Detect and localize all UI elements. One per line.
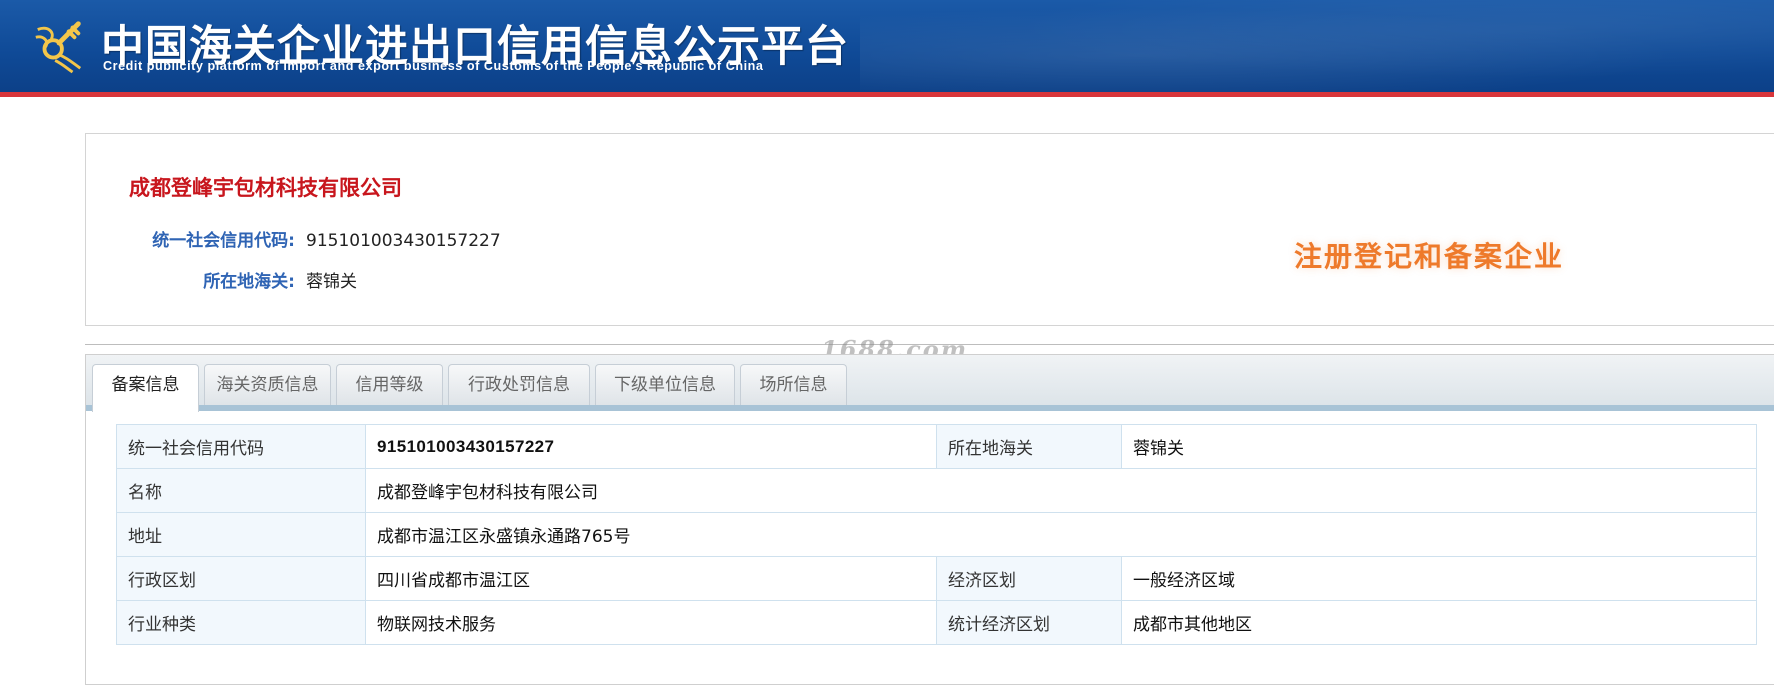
- summary-customs-row: 所在地海关: 蓉锦关: [86, 267, 357, 292]
- company-summary-card: 成都登峰宇包材科技有限公司 统一社会信用代码: 91510100343015722…: [85, 133, 1774, 326]
- company-name: 成都登峰宇包材科技有限公司: [129, 176, 402, 200]
- site-header: 中国海关企业进出口信用信息公示平台 Credit publicity platf…: [0, 0, 1774, 97]
- table-row: 统一社会信用代码 915101003430157227 所在地海关 蓉锦关: [116, 424, 1757, 469]
- tab-strip: 备案信息 海关资质信息 信用等级 行政处罚信息 下级单位信息 场所信息: [86, 355, 1774, 412]
- summary-credit-code-row: 统一社会信用代码: 915101003430157227: [86, 226, 501, 251]
- table-row: 地址 成都市温江区永盛镇永通路765号: [116, 512, 1757, 557]
- credit-code-label: 统一社会信用代码: [116, 424, 366, 469]
- stat-region-label: 统计经济区划: [936, 600, 1122, 645]
- address-label: 地址: [116, 512, 366, 557]
- header-decoration: [860, 0, 1774, 92]
- stat-region-value: 成都市其他地区: [1121, 600, 1757, 645]
- customs-value: 蓉锦关: [1121, 424, 1757, 469]
- registration-status-badge: 注册登记和备案企业: [1294, 240, 1565, 273]
- detail-tab-panel: 备案信息 海关资质信息 信用等级 行政处罚信息 下级单位信息 场所信息 统一社会…: [85, 354, 1774, 685]
- name-value: 成都登峰宇包材科技有限公司: [365, 468, 1757, 513]
- tab-subordinate-units[interactable]: 下级单位信息: [595, 364, 735, 405]
- record-info-table: 统一社会信用代码 915101003430157227 所在地海关 蓉锦关 名称…: [116, 424, 1757, 645]
- table-row: 行政区划 四川省成都市温江区 经济区划 一般经济区域: [116, 556, 1757, 601]
- customs-label: 所在地海关: [936, 424, 1122, 469]
- name-label: 名称: [116, 468, 366, 513]
- table-row: 名称 成都登峰宇包材科技有限公司: [116, 468, 1757, 513]
- industry-value: 物联网技术服务: [365, 600, 937, 645]
- admin-region-label: 行政区划: [116, 556, 366, 601]
- site-subtitle: Credit publicity platform of import and …: [103, 59, 764, 73]
- tab-record-info[interactable]: 备案信息: [92, 364, 199, 412]
- tab-site-info[interactable]: 场所信息: [740, 364, 847, 405]
- admin-region-value: 四川省成都市温江区: [365, 556, 937, 601]
- address-value: 成都市温江区永盛镇永通路765号: [365, 512, 1757, 557]
- summary-credit-code-label: 统一社会信用代码:: [152, 231, 295, 251]
- summary-customs-value: 蓉锦关: [306, 272, 357, 292]
- tab-customs-qualification[interactable]: 海关资质信息: [204, 364, 331, 405]
- credit-code-value: 915101003430157227: [365, 424, 937, 469]
- summary-credit-code-value: 915101003430157227: [306, 231, 501, 251]
- customs-emblem-icon: [35, 21, 82, 74]
- industry-label: 行业种类: [116, 600, 366, 645]
- table-row: 行业种类 物联网技术服务 统计经济区划 成都市其他地区: [116, 600, 1757, 645]
- summary-customs-label: 所在地海关:: [203, 272, 295, 292]
- tab-administrative-penalty[interactable]: 行政处罚信息: [448, 364, 590, 405]
- economic-region-value: 一般经济区域: [1121, 556, 1757, 601]
- tab-credit-rating[interactable]: 信用等级: [336, 364, 443, 405]
- economic-region-label: 经济区划: [936, 556, 1122, 601]
